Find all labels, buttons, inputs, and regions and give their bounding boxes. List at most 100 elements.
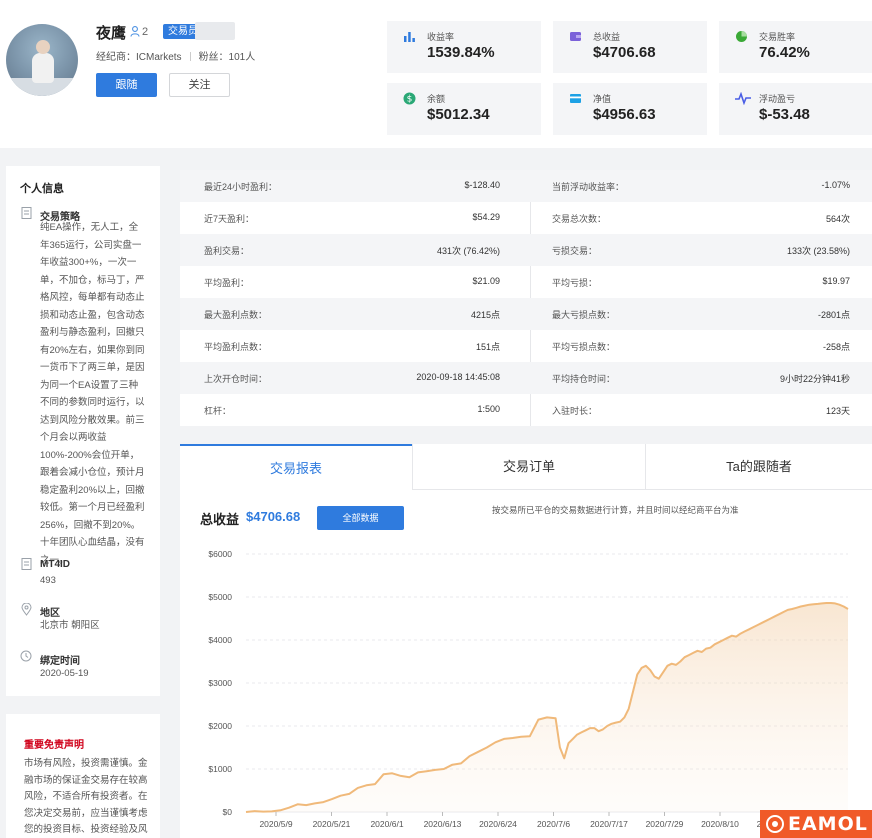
- strategy-text: 纯EA操作，无人工，全 年365运行，公司实盘一 年收益300+%，一次一 单，…: [40, 222, 145, 566]
- stat-label: 净值: [593, 94, 612, 104]
- svg-text:$: $: [407, 95, 413, 105]
- stat-balance: $ 余额 $5012.34: [387, 83, 541, 135]
- stat-row-label: 盈利交易：: [204, 246, 250, 256]
- stat-row-label: 当前浮动收益率：: [552, 182, 625, 192]
- stat-row-value: $21.09: [472, 276, 500, 286]
- stat-row-value: $54.29: [472, 212, 500, 222]
- region-value: 北京市 朝阳区: [40, 620, 100, 631]
- stat-label: 收益率: [427, 32, 455, 42]
- report-tabs: 交易报表 交易订单 Ta的跟随者: [180, 444, 872, 490]
- y-tick-label: $2000: [208, 721, 232, 731]
- follow-button[interactable]: 跟随: [96, 73, 157, 97]
- stat-value: $4956.63: [593, 106, 656, 123]
- mt4-value: 493: [40, 575, 56, 586]
- stat-label: 浮动盈亏: [759, 94, 796, 104]
- report-panel: 交易报表 交易订单 Ta的跟随者 总收益 $4706.68 全部数据 按交易所已…: [180, 444, 872, 838]
- stat-row-label: 平均亏损：: [552, 278, 598, 288]
- table-row: 近7天盈利： $54.29 交易总次数： 564次: [180, 202, 872, 234]
- stat-row-label: 杠杆：: [204, 406, 232, 416]
- table-row: 平均盈利点数： 151点 平均亏损点数： -258点: [180, 330, 872, 362]
- watch-button[interactable]: 关注: [169, 73, 230, 97]
- bar-chart-icon: [403, 30, 416, 43]
- eamol-logo-text: EAMOL: [788, 813, 868, 835]
- stat-row-value: -1.07%: [821, 180, 850, 190]
- location-icon: [20, 602, 32, 616]
- stat-row-label: 最大亏损点数：: [552, 310, 616, 320]
- stat-value: $-53.48: [759, 106, 810, 123]
- risk-title: 重要免责声明: [24, 740, 84, 751]
- y-tick-label: $6000: [208, 549, 232, 559]
- eamol-watermark: EAMOL: [760, 810, 872, 838]
- stat-row-label: 平均盈利点数：: [204, 342, 268, 352]
- table-row: 上次开仓时间： 2020-09-18 14:45:08 平均持仓时间： 9小时22分钟…: [180, 362, 872, 394]
- profile-header: 夜鹰 2 交易员 经纪商：ICMarkets 粉丝：101人 跟随 关注 收益率 …: [0, 0, 872, 148]
- stat-row-value: -2801点: [817, 310, 850, 320]
- stat-row-label: 交易总次数：: [552, 214, 607, 224]
- avatar[interactable]: [6, 24, 78, 96]
- mt4-title: MT4ID: [40, 559, 70, 570]
- stat-total-profit: 总收益 $4706.68: [553, 21, 707, 73]
- trading-stats-table: 最近24小时盈利： $-128.40 当前浮动收益率： -1.07% 近7天盈利： $54…: [180, 170, 872, 426]
- table-row: 最近24小时盈利： $-128.40 当前浮动收益率： -1.07%: [180, 170, 872, 202]
- x-tick-label: 2020/7/29: [646, 819, 684, 829]
- risk-text: 市场有风险，投资需谨慎。金 融市场的保证金交易存在较高 风险，不适合所有投资者。…: [24, 758, 148, 835]
- stat-return-rate: 收益率 1539.84%: [387, 21, 541, 73]
- followers-text: 粉丝：101人: [198, 52, 256, 63]
- stat-row-value: 9小时22分钟41秒: [779, 374, 850, 384]
- x-tick-label: 2020/6/1: [370, 819, 403, 829]
- x-tick-label: 2020/7/6: [537, 819, 570, 829]
- calculation-note: 按交易所已平仓的交易数据进行计算，并且时间以经纪商平台为准: [492, 505, 739, 515]
- all-data-button[interactable]: 全部数据: [317, 506, 404, 530]
- table-row: 盈利交易： 431次 (76.42%) 亏损交易： 133次 (23.58%): [180, 234, 872, 266]
- y-tick-label: $1000: [208, 764, 232, 774]
- total-profit-label: 总收益: [200, 512, 240, 527]
- table-row: 最大盈利点数： 4215点 最大亏损点数： -2801点: [180, 298, 872, 330]
- stat-row-value: $19.97: [822, 276, 850, 286]
- stat-row-value: 1:500: [477, 404, 500, 414]
- stat-row-label: 平均盈利：: [204, 278, 250, 288]
- trader-meta: 经纪商：ICMarkets 粉丝：101人: [96, 48, 255, 63]
- stat-equity: 净值 $4956.63: [553, 83, 707, 135]
- stat-row-label: 近7天盈利：: [204, 214, 255, 224]
- trader-name: 夜鹰: [96, 25, 127, 42]
- stat-value: 1539.84%: [427, 44, 495, 61]
- bind-time-value: 2020-05-19: [40, 668, 89, 679]
- wallet-icon: [569, 30, 582, 43]
- avatar-figure-body: [32, 53, 54, 83]
- card-icon: [569, 92, 582, 105]
- stat-row-label: 亏损交易：: [552, 246, 598, 256]
- stat-row-value: -258点: [822, 342, 850, 352]
- stat-floating-pl: 浮动盈亏 $-53.48: [719, 83, 872, 135]
- x-tick-label: 2020/6/24: [479, 819, 517, 829]
- y-tick-label: $0: [223, 807, 233, 817]
- stat-row-value: 4215点: [470, 310, 500, 320]
- personal-info-card: 个人信息 交易策略 纯EA操作，无人工，全 年365运行，公司实盘一 年收益30…: [6, 166, 160, 696]
- stat-row-value: 133次 (23.58%): [786, 246, 850, 256]
- stat-row-value: 151点: [475, 342, 500, 352]
- clock-icon: [20, 650, 32, 662]
- stat-label: 余额: [427, 94, 446, 104]
- stat-row-label: 入驻时长：: [552, 406, 598, 416]
- eamol-logo-icon: [766, 815, 784, 833]
- tab-trade-report[interactable]: 交易报表: [180, 444, 412, 490]
- risk-disclaimer-card: 重要免责声明 市场有风险，投资需谨慎。金 融市场的保证金交易存在较高 风险，不适…: [6, 714, 160, 838]
- user-icon: [130, 26, 140, 40]
- tab-followers[interactable]: Ta的跟随者: [646, 444, 872, 490]
- stat-win-rate: 交易胜率 76.42%: [719, 21, 872, 73]
- id-icon: [20, 558, 32, 570]
- stat-value: 76.42%: [759, 44, 810, 61]
- pulse-icon: [735, 91, 751, 106]
- dollar-icon: $: [403, 92, 416, 105]
- tab-trade-orders[interactable]: 交易订单: [413, 444, 645, 490]
- stat-row-label: 平均亏损点数：: [552, 342, 616, 352]
- stat-label: 总收益: [593, 32, 621, 42]
- y-tick-label: $3000: [208, 678, 232, 688]
- table-row: 平均盈利： $21.09 平均亏损： $19.97: [180, 266, 872, 298]
- x-tick-label: 2020/5/9: [259, 819, 292, 829]
- table-row: 杠杆： 1:500 入驻时长： 123天: [180, 394, 872, 426]
- stat-row-value: 2020-09-18 14:45:08: [416, 372, 500, 382]
- broker-text: 经纪商：ICMarkets: [96, 52, 182, 63]
- equity-area: [246, 603, 848, 812]
- stat-row-label: 上次开仓时间：: [204, 374, 268, 384]
- stat-value: $5012.34: [427, 106, 490, 123]
